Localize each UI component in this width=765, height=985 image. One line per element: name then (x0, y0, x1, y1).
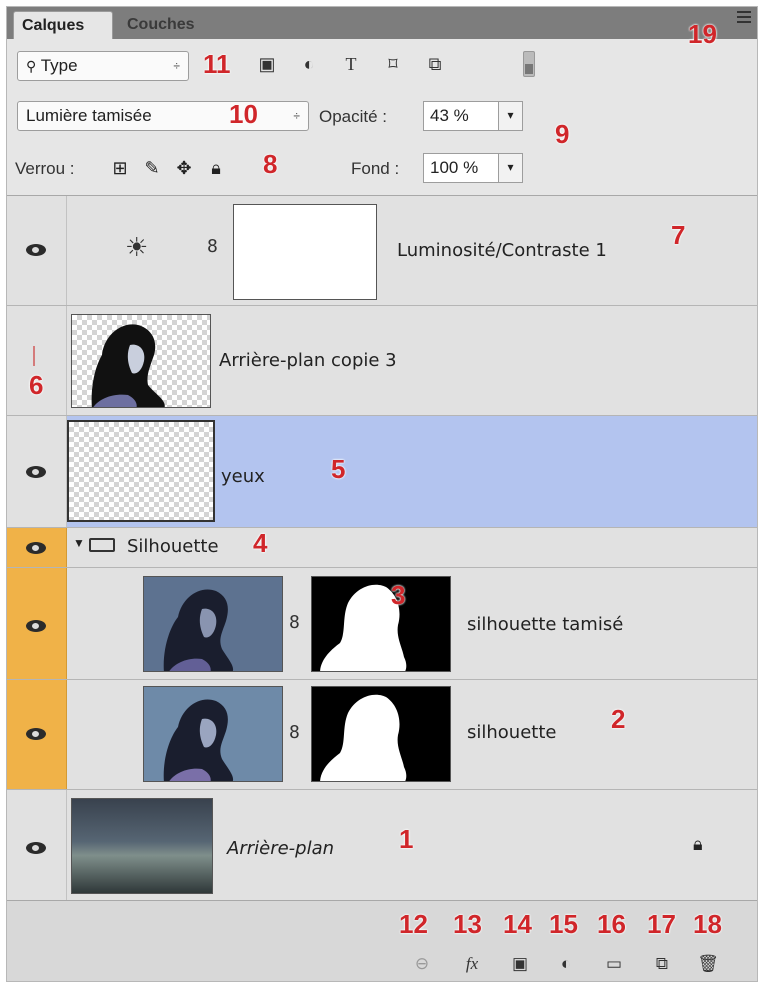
callout-9: 9 (555, 119, 570, 149)
callout-4: 4 (253, 528, 268, 558)
layer-thumbnail[interactable] (143, 686, 283, 782)
eye-icon[interactable] (26, 244, 46, 256)
layer-row[interactable]: ☀ 8 Luminosité/Contraste 1 7 (7, 196, 757, 306)
callout-12: 12 (399, 909, 428, 939)
panel-tab-bar: Calques Couches (7, 7, 757, 39)
visibility-cell[interactable] (7, 680, 67, 789)
link-layers-icon[interactable]: ⊖ (411, 953, 433, 975)
link-chain-icon[interactable]: 8 (207, 236, 218, 257)
fx-icon[interactable]: fx (461, 953, 483, 975)
image-filter-icon[interactable]: ▣ (255, 53, 279, 75)
lock-transparency-icon[interactable]: ⊞ (109, 157, 131, 179)
smart-object-filter-icon[interactable]: ⧉ (423, 53, 447, 75)
fill-dropdown-button[interactable]: ▾ (499, 153, 523, 183)
eye-icon[interactable] (26, 728, 46, 740)
visibility-off-marker (33, 346, 35, 366)
layers-footer: 12 13 14 15 16 17 18 ⊖ fx ▣ ◐ ▭ ⧉ 🗑︎ (7, 900, 757, 981)
new-adjustment-icon[interactable]: ◐ (555, 953, 577, 975)
layer-row[interactable]: 8 silhouette 2 (7, 680, 757, 790)
layer-name[interactable]: silhouette (467, 722, 556, 743)
layer-row[interactable]: 6 Arrière-plan copie 3 (7, 306, 757, 416)
blend-mode-value: Lumière tamisée (26, 106, 152, 125)
layer-row-selected[interactable]: yeux 5 (7, 416, 757, 528)
lock-pixels-icon[interactable]: ✎ (141, 157, 163, 179)
layer-mask-thumbnail[interactable] (311, 576, 451, 672)
layers-list: ☀ 8 Luminosité/Contraste 1 7 6 Arrière-p… (7, 195, 757, 900)
disclosure-triangle-icon[interactable]: ▼ (73, 536, 85, 550)
layer-thumbnail[interactable] (143, 576, 283, 672)
lock-position-icon[interactable]: ✥ (173, 157, 195, 179)
filter-toggle-switch[interactable] (523, 51, 535, 77)
add-mask-icon[interactable]: ▣ (509, 953, 531, 975)
search-icon: ⚲ (26, 58, 37, 74)
link-chain-icon[interactable]: 8 (289, 612, 300, 633)
layers-panel: Calques Couches 19 ⚲ Type ÷ 11 ▣ ◐ T ⌑ ⧉… (6, 6, 758, 982)
layer-name[interactable]: yeux (221, 466, 265, 487)
fill-label: Fond : (351, 159, 400, 178)
group-name[interactable]: Silhouette (127, 536, 219, 557)
visibility-cell[interactable] (7, 568, 67, 679)
eye-icon[interactable] (26, 620, 46, 632)
eye-icon[interactable] (26, 842, 46, 854)
callout-19: 19 (688, 19, 717, 49)
visibility-cell[interactable] (7, 196, 67, 305)
callout-5: 5 (331, 454, 346, 484)
opacity-input[interactable]: 43 % (423, 101, 499, 131)
callout-11: 11 (203, 49, 231, 79)
layer-mask-thumbnail[interactable] (233, 204, 377, 300)
filter-kind-select[interactable]: ⚲ Type ÷ (17, 51, 189, 81)
layer-thumbnail[interactable] (71, 314, 211, 408)
opacity-dropdown-button[interactable]: ▾ (499, 101, 523, 131)
panel-menu-icon[interactable] (737, 11, 751, 25)
layer-row[interactable]: 8 3 silhouette tamisé (7, 568, 757, 680)
select-arrows-icon: ÷ (293, 109, 300, 123)
callout-10: 10 (229, 99, 258, 129)
layer-name[interactable]: Arrière-plan (227, 838, 334, 859)
text-filter-icon[interactable]: T (339, 53, 363, 75)
link-chain-icon[interactable]: 8 (289, 722, 300, 743)
lock-icon: 🔒︎ (693, 834, 703, 854)
eye-icon[interactable] (26, 466, 46, 478)
layer-name[interactable]: Arrière-plan copie 3 (219, 350, 397, 371)
adjustment-filter-icon[interactable]: ◐ (297, 53, 321, 75)
tab-calques[interactable]: Calques (13, 11, 113, 39)
layer-name[interactable]: Luminosité/Contraste 1 (397, 240, 607, 261)
visibility-cell[interactable] (7, 416, 67, 527)
layer-name[interactable]: silhouette tamisé (467, 614, 623, 635)
layer-thumbnail[interactable] (67, 420, 215, 522)
visibility-cell[interactable] (7, 790, 67, 900)
callout-16: 16 (597, 909, 626, 939)
callout-6: 6 (29, 370, 44, 400)
select-arrows-icon: ÷ (173, 59, 180, 73)
shape-filter-icon[interactable]: ⌑ (381, 53, 405, 75)
callout-18: 18 (693, 909, 722, 939)
fill-input[interactable]: 100 % (423, 153, 499, 183)
layer-thumbnail[interactable] (71, 798, 213, 894)
blend-mode-select[interactable]: Lumière tamisée ÷ (17, 101, 309, 131)
layer-row[interactable]: Arrière-plan 1 🔒︎ (7, 790, 757, 900)
callout-1: 1 (399, 824, 414, 854)
callout-13: 13 (453, 909, 482, 939)
new-group-icon[interactable]: ▭ (603, 953, 625, 975)
callout-15: 15 (549, 909, 578, 939)
filter-kind-label: Type (40, 56, 78, 75)
callout-2: 2 (611, 704, 626, 734)
opacity-label: Opacité : (319, 107, 388, 126)
callout-17: 17 (647, 909, 676, 939)
new-layer-icon[interactable]: ⧉ (651, 953, 673, 975)
layer-mask-thumbnail[interactable] (311, 686, 451, 782)
eye-icon[interactable] (26, 542, 46, 554)
callout-7: 7 (671, 220, 686, 250)
callout-8: 8 (263, 149, 278, 179)
group-row[interactable]: ▼ Silhouette 4 (7, 528, 757, 568)
callout-3: 3 (391, 580, 406, 610)
visibility-cell[interactable] (7, 528, 67, 567)
callout-14: 14 (503, 909, 532, 939)
brightness-adjustment-icon: ☀ (125, 232, 149, 262)
tab-couches[interactable]: Couches (119, 11, 219, 39)
lock-all-icon[interactable]: 🔒︎ (205, 157, 227, 179)
trash-icon[interactable]: 🗑︎ (697, 953, 719, 975)
folder-icon (89, 538, 115, 552)
lock-label: Verrou : (15, 159, 75, 178)
